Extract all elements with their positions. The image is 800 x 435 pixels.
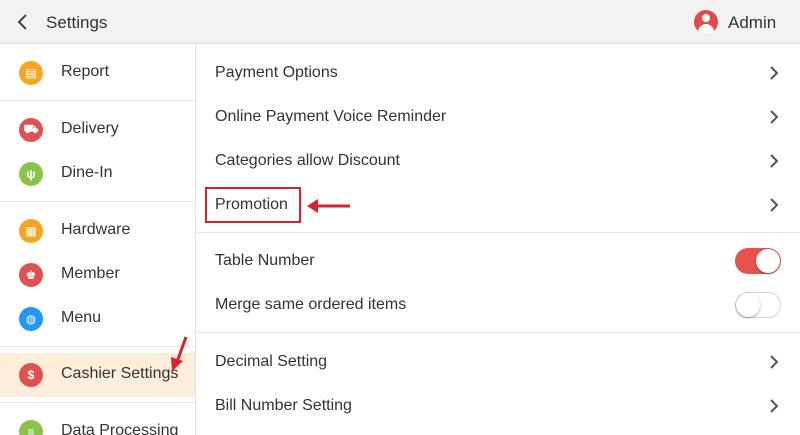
user-name[interactable]: Admin xyxy=(728,13,776,33)
report-icon: ▤ xyxy=(19,61,43,85)
categories-discount-row[interactable]: Categories allow Discount xyxy=(197,139,800,183)
back-arrow-icon[interactable] xyxy=(14,12,34,32)
sidebar-item-hardware[interactable]: ▦ Hardware xyxy=(0,209,195,253)
row-label: Decimal Setting xyxy=(215,353,328,370)
sidebar-item-label: Cashier Settings xyxy=(61,365,179,382)
chevron-right-icon xyxy=(770,198,779,212)
delivery-icon: ⛟ xyxy=(19,118,43,142)
sidebar-item-delivery[interactable]: ⛟ Delivery xyxy=(0,108,195,152)
user-avatar-icon[interactable] xyxy=(694,10,718,34)
promotion-highlight-box xyxy=(205,187,301,223)
merge-items-row: Merge same ordered items xyxy=(197,283,800,327)
sidebar-item-label: Menu xyxy=(61,309,102,326)
chevron-right-icon xyxy=(770,110,779,124)
row-label: Payment Options xyxy=(215,64,338,81)
down-arrow-annotation-icon xyxy=(171,336,188,371)
sidebar-item-cashier-settings[interactable]: $ Cashier Settings xyxy=(0,353,195,397)
page-title: Settings xyxy=(46,13,108,32)
divider xyxy=(0,346,195,347)
data-processing-icon: ≡ xyxy=(19,420,43,435)
printer-icon: ▦ xyxy=(19,219,43,243)
sidebar-item-label: Member xyxy=(61,265,120,282)
divider xyxy=(0,402,195,403)
top-bar: Settings Admin xyxy=(0,0,800,44)
payment-options-row[interactable]: Payment Options xyxy=(197,51,800,95)
chevron-right-icon xyxy=(770,66,779,80)
chevron-right-icon xyxy=(770,399,779,413)
bill-number-setting-row[interactable]: Bill Number Setting xyxy=(197,384,800,428)
row-label: Merge same ordered items xyxy=(215,296,407,313)
voice-reminder-row[interactable]: Online Payment Voice Reminder xyxy=(197,95,800,139)
divider xyxy=(0,201,195,202)
sidebar-item-dine-in[interactable]: ψ Dine-In xyxy=(0,152,195,196)
sidebar-item-label: Hardware xyxy=(61,221,131,238)
table-number-toggle[interactable] xyxy=(735,248,781,274)
sidebar-item-label: Dine-In xyxy=(61,164,113,181)
sidebar-item-label: Report xyxy=(61,63,110,80)
divider xyxy=(197,232,800,233)
row-label: Table Number xyxy=(215,252,315,269)
chevron-right-icon xyxy=(770,154,779,168)
dine-in-icon: ψ xyxy=(19,162,43,186)
member-icon: ♚ xyxy=(19,263,43,287)
merge-items-toggle[interactable] xyxy=(735,292,781,318)
sidebar-item-data-processing[interactable]: ≡ Data Processing xyxy=(0,410,195,435)
sidebar-item-member[interactable]: ♚ Member xyxy=(0,253,195,297)
decimal-setting-row[interactable]: Decimal Setting xyxy=(197,340,800,384)
divider xyxy=(197,332,800,333)
table-number-row: Table Number xyxy=(197,239,800,283)
chevron-right-icon xyxy=(770,355,779,369)
menu-icon: ◍ xyxy=(19,307,43,331)
row-label: Bill Number Setting xyxy=(215,397,352,414)
left-arrow-annotation-icon xyxy=(307,199,350,213)
sidebar-item-menu[interactable]: ◍ Menu xyxy=(0,297,195,341)
sidebar-item-report[interactable]: ▤ Report xyxy=(0,51,195,95)
row-label: Categories allow Discount xyxy=(215,152,400,169)
sidebar-item-label: Data Processing xyxy=(61,422,179,435)
sidebar: ▤ Report ⛟ Delivery ψ Dine-In ▦ Hardware… xyxy=(0,44,196,435)
settings-panel: Payment Options Online Payment Voice Rem… xyxy=(197,44,800,435)
sidebar-item-label: Delivery xyxy=(61,120,119,137)
row-label: Online Payment Voice Reminder xyxy=(215,108,447,125)
divider xyxy=(0,100,195,101)
dollar-icon: $ xyxy=(19,363,43,387)
